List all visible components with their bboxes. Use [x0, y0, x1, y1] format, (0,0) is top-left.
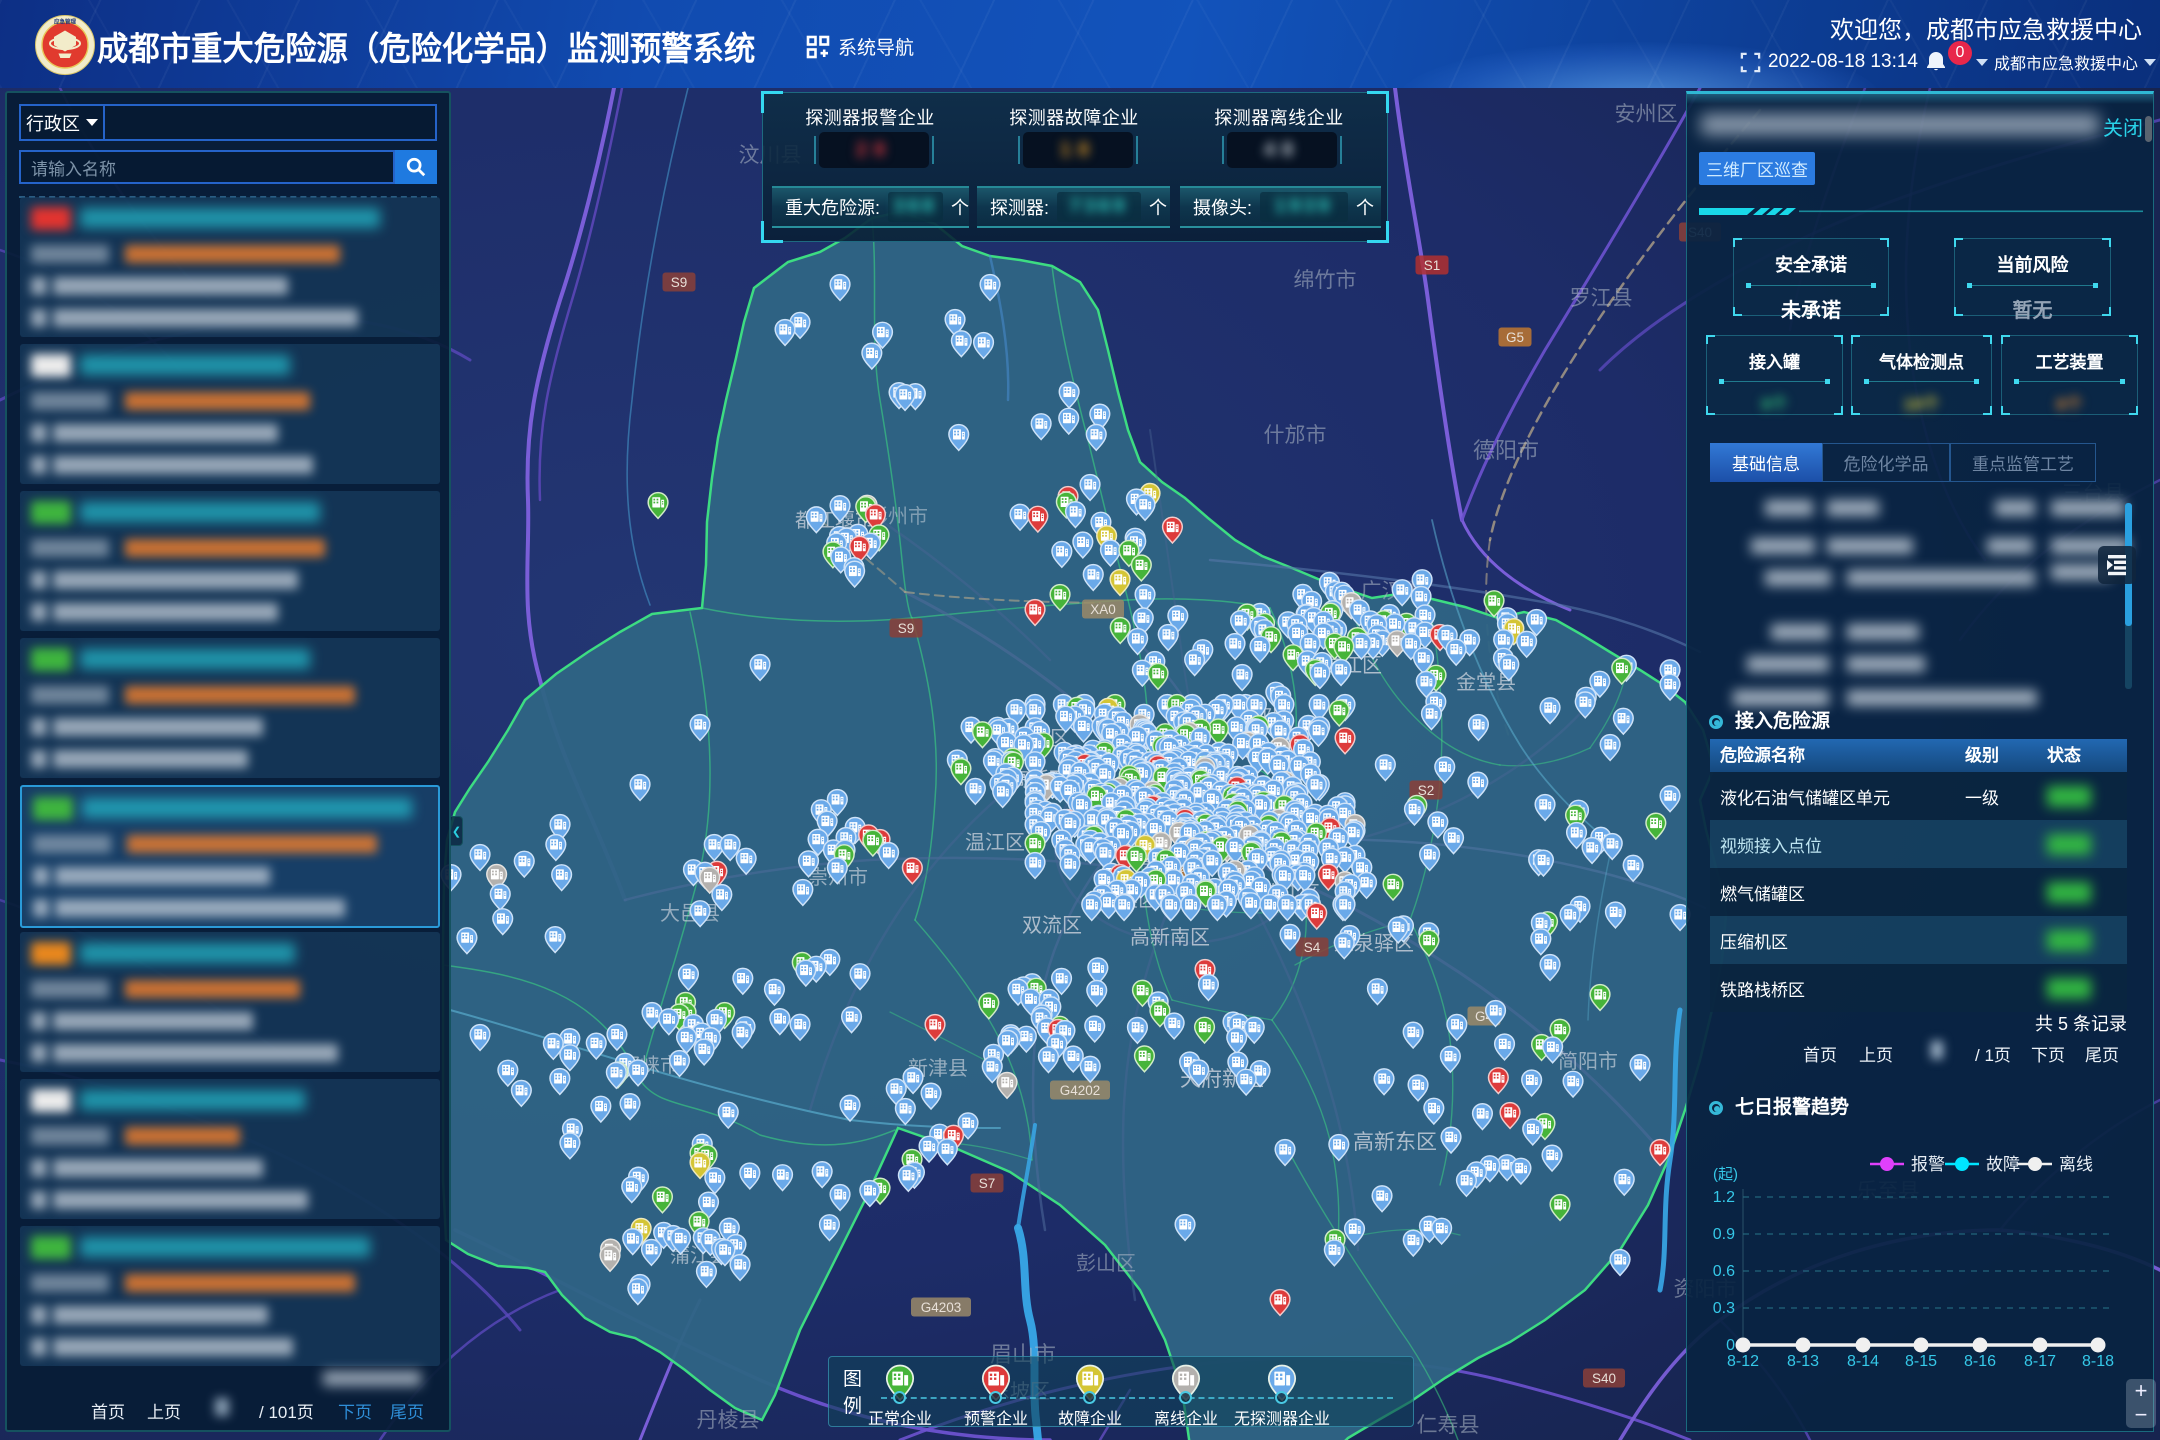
svg-text:G4202: G4202 [1060, 1083, 1101, 1098]
svg-text:离线: 离线 [2059, 1155, 2093, 1174]
svg-text:S9: S9 [898, 621, 915, 636]
svg-text:简阳市: 简阳市 [1558, 1050, 1618, 1073]
svg-text:8-12: 8-12 [1727, 1353, 1759, 1370]
svg-text:丹棱县: 丹棱县 [697, 1409, 760, 1432]
svg-text:0.6: 0.6 [1713, 1263, 1735, 1280]
svg-text:8-15: 8-15 [1905, 1353, 1937, 1370]
svg-text:G4203: G4203 [921, 1300, 962, 1315]
svg-text:故障: 故障 [1986, 1155, 2020, 1174]
svg-text:应急管理: 应急管理 [54, 18, 77, 26]
svg-text:报警: 报警 [1911, 1155, 1945, 1174]
svg-text:安州区: 安州区 [1615, 103, 1678, 126]
svg-text:什邡市: 什邡市 [1264, 424, 1327, 447]
svg-text:双流区: 双流区 [1022, 914, 1082, 937]
svg-text:8-14: 8-14 [1847, 1353, 1879, 1370]
svg-text:S4: S4 [1304, 940, 1321, 955]
svg-text:1.2: 1.2 [1713, 1189, 1735, 1206]
svg-text:8-16: 8-16 [1964, 1353, 1996, 1370]
svg-text:0: 0 [1726, 1337, 1735, 1354]
svg-text:S7: S7 [979, 1176, 996, 1191]
svg-text:仁寿县: 仁寿县 [1417, 1414, 1480, 1437]
svg-text:绵竹市: 绵竹市 [1294, 269, 1357, 292]
svg-text:8-18: 8-18 [2082, 1353, 2114, 1370]
svg-text:S40: S40 [1592, 1371, 1616, 1386]
svg-text:8-13: 8-13 [1787, 1353, 1819, 1370]
svg-text:彭山区: 彭山区 [1076, 1252, 1136, 1275]
svg-text:0.9: 0.9 [1713, 1226, 1735, 1243]
svg-text:高新南区: 高新南区 [1130, 926, 1210, 949]
svg-text:S9: S9 [671, 275, 688, 290]
svg-text:S1: S1 [1424, 258, 1441, 273]
svg-text:德阳市: 德阳市 [1473, 438, 1539, 463]
svg-text:G5: G5 [1506, 330, 1524, 345]
svg-text:高新东区: 高新东区 [1353, 1131, 1437, 1154]
svg-text:(起): (起) [1713, 1166, 1738, 1183]
svg-text:8-17: 8-17 [2024, 1353, 2056, 1370]
svg-text:0.3: 0.3 [1713, 1300, 1735, 1317]
svg-text:XA0: XA0 [1090, 602, 1116, 617]
svg-text:温江区: 温江区 [965, 831, 1025, 854]
svg-text:罗江县: 罗江县 [1570, 287, 1633, 310]
